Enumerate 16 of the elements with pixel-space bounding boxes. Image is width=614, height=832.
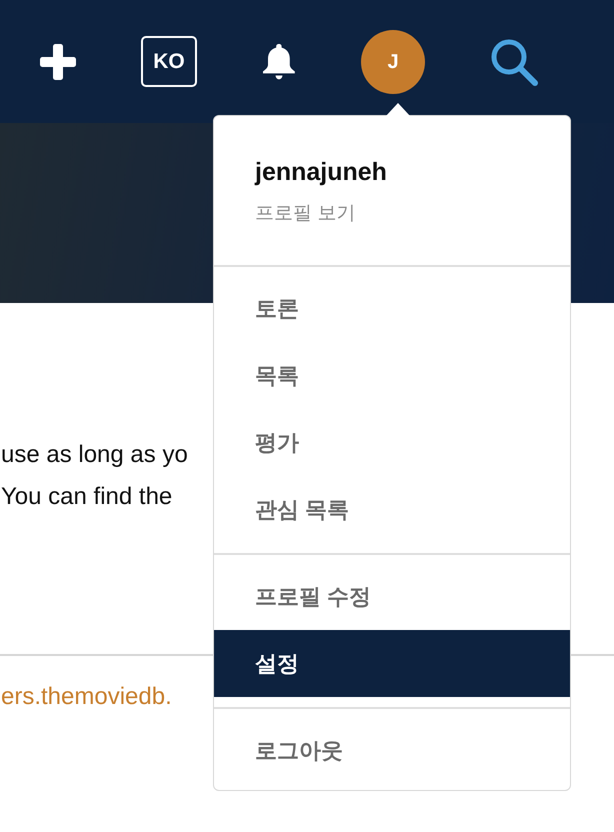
bell-icon[interactable] (262, 42, 296, 80)
menu-item[interactable]: 프로필 수정 (214, 563, 570, 630)
menu-item[interactable]: 관심 목록 (214, 476, 570, 543)
menu-item[interactable]: 평가 (214, 409, 570, 476)
menu-item[interactable]: 토론 (214, 275, 570, 342)
menu-item[interactable]: 로그아웃 (214, 717, 570, 784)
menu-item[interactable]: 목록 (214, 342, 570, 409)
language-button[interactable]: KO (141, 36, 197, 87)
username-link[interactable]: jennajuneh (255, 156, 387, 188)
user-avatar[interactable]: J (361, 30, 425, 94)
website-link[interactable]: ers.themoviedb. (0, 676, 172, 718)
menu-item[interactable]: 설정 (214, 630, 570, 697)
plus-icon[interactable] (40, 44, 76, 80)
search-icon[interactable] (490, 38, 538, 86)
view-profile-link[interactable]: 프로필 보기 (255, 200, 356, 228)
paragraph-text: use as long as yo You can find the (0, 440, 189, 512)
